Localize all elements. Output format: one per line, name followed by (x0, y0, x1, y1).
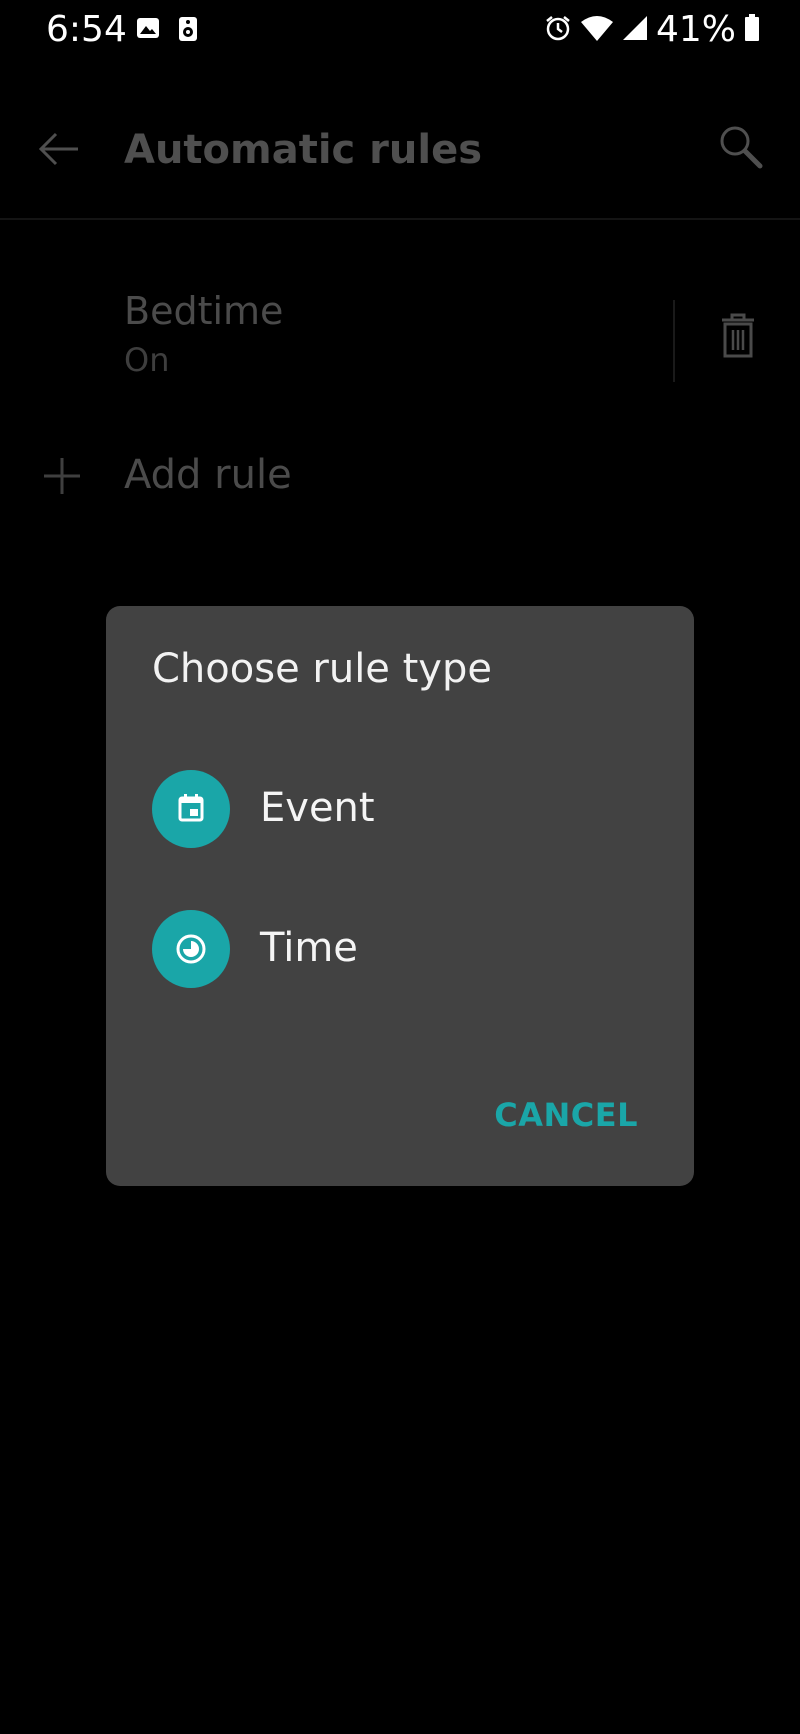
plus-icon (42, 456, 82, 496)
status-time: 6:54 (46, 9, 127, 50)
battery-icon (744, 14, 760, 46)
app-bar: Automatic rules (0, 60, 800, 220)
page-title: Automatic rules (124, 127, 483, 173)
trash-icon[interactable] (718, 312, 758, 360)
divider (673, 300, 675, 382)
back-arrow-icon[interactable] (36, 126, 82, 172)
add-rule-item[interactable]: Add rule (0, 420, 800, 540)
option-label: Event (260, 785, 375, 831)
speaker-icon (178, 16, 198, 46)
calendar-icon (152, 770, 230, 848)
add-rule-label: Add rule (124, 452, 292, 498)
option-label: Time (260, 925, 358, 971)
rule-item-bedtime[interactable]: Bedtime On (0, 220, 800, 390)
battery-percent: 41% (655, 9, 736, 50)
status-right: 41% (544, 8, 760, 52)
signal-icon (622, 15, 648, 45)
option-event[interactable]: Event (106, 754, 694, 864)
choose-rule-type-dialog: Choose rule type Event Time CANCEL (106, 606, 694, 1186)
rule-status: On (124, 341, 170, 379)
cancel-button[interactable]: CANCEL (494, 1094, 638, 1136)
rule-title: Bedtime (124, 289, 284, 333)
wifi-icon (580, 14, 614, 46)
clock-icon (152, 910, 230, 988)
image-icon (136, 16, 160, 46)
alarm-icon (544, 14, 572, 46)
status-left-icons (136, 16, 198, 46)
search-icon[interactable] (716, 122, 766, 172)
dialog-title: Choose rule type (152, 646, 492, 692)
option-time[interactable]: Time (106, 894, 694, 1004)
status-bar: 6:54 41% (0, 0, 800, 60)
